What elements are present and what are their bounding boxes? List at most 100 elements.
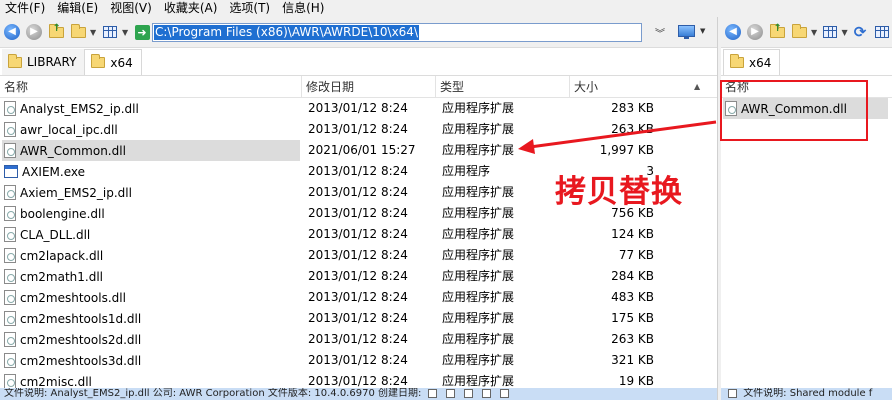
column-header-type[interactable]: 类型	[436, 76, 570, 98]
tab-label: LIBRARY	[27, 55, 77, 69]
menu-info[interactable]: 信息(H)	[277, 0, 331, 17]
file-row[interactable]: cm2math1.dll 2013/01/12 8:24 应用程序扩展 284 KB	[0, 266, 717, 287]
go-arrow-icon: ➜	[134, 24, 150, 40]
menu-file[interactable]: 文件(F)	[0, 0, 52, 17]
status-text: 文件说明: Shared module f	[743, 388, 873, 399]
desktop-icon[interactable]	[678, 25, 695, 39]
folder-up-icon: ↑	[769, 23, 785, 38]
view-mode-dropdown-icon[interactable]: ▼	[842, 28, 849, 37]
column-header-name[interactable]: 名称	[0, 76, 302, 98]
file-row[interactable]: cm2meshtools2d.dll 2013/01/12 8:24 应用程序扩展 2…	[0, 329, 717, 350]
file-name-cell[interactable]: boolengine.dll	[2, 203, 300, 224]
info-icon	[728, 388, 737, 398]
properties-icon[interactable]	[463, 388, 473, 398]
dll-file-icon	[4, 185, 16, 200]
folder-icon[interactable]	[482, 388, 492, 398]
menu-favorites[interactable]: 收藏夹(A)	[159, 0, 225, 17]
file-row[interactable]: CLA_DLL.dll 2013/01/12 8:24 应用程序扩展 124 KB	[0, 224, 717, 245]
left-tabbar: LIBRARY x64	[0, 48, 717, 76]
file-date: 2013/01/12 8:24	[308, 101, 408, 115]
tab-x64[interactable]: x64	[723, 49, 781, 75]
highlight-box	[720, 80, 868, 141]
file-type: 应用程序扩展	[442, 185, 515, 199]
forward-arrow-icon: ▶	[747, 24, 763, 40]
file-date: 2013/01/12 8:24	[308, 269, 408, 283]
edit-icon[interactable]	[427, 388, 437, 398]
file-type: 应用程序扩展	[442, 248, 515, 262]
file-row[interactable]: cm2meshtools3d.dll 2013/01/12 8:24 应用程序扩展 3…	[0, 350, 717, 371]
file-name: AWR_Common.dll	[20, 143, 126, 158]
address-bar[interactable]: C:\Program Files (x86)\AWR\AWRDE\10\x64\	[152, 23, 642, 42]
file-name-cell[interactable]: AXIEM.exe	[2, 161, 300, 182]
right-pane: ◀ ▶ ↑ ▼ ▼ ⟳ x64 名称 AWR_Common.dll 文件说明: …	[721, 17, 892, 400]
file-type: 应用程序扩展	[442, 311, 515, 325]
menu-view[interactable]: 视图(V)	[105, 0, 159, 17]
folder-icon	[8, 53, 22, 68]
file-name-cell[interactable]: cm2math1.dll	[2, 266, 300, 287]
column-header-date[interactable]: 修改日期	[302, 76, 436, 98]
view-mode-button[interactable]	[100, 22, 120, 42]
file-date: 2013/01/12 8:24	[308, 248, 408, 262]
file-row[interactable]: cm2meshtools1d.dll 2013/01/12 8:24 应用程序扩展 1…	[0, 308, 717, 329]
delete-icon[interactable]	[500, 388, 510, 398]
dll-file-icon	[4, 143, 16, 158]
file-name: CLA_DLL.dll	[20, 227, 91, 242]
view-mode-button[interactable]	[820, 22, 840, 42]
favorites-dropdown-icon[interactable]: ▼	[90, 28, 98, 37]
file-row[interactable]: AWR_Common.dll 2021/06/01 15:27 应用程序扩展 1,99…	[0, 140, 717, 161]
file-name-cell[interactable]: Axiem_EMS2_ip.dll	[2, 182, 300, 203]
forward-button[interactable]: ▶	[745, 22, 765, 42]
file-size: 263 KB	[611, 122, 654, 136]
file-type: 应用程序扩展	[442, 206, 515, 220]
menu-bar: 文件(F) 编辑(E) 视图(V) 收藏夹(A) 选项(T) 信息(H)	[0, 0, 892, 17]
file-name: Axiem_EMS2_ip.dll	[20, 185, 132, 200]
back-button[interactable]: ◀	[2, 22, 22, 42]
grid-view-icon	[103, 26, 117, 38]
menu-edit[interactable]: 编辑(E)	[52, 0, 105, 17]
dll-file-icon	[4, 248, 16, 263]
column-header-size[interactable]: 大小	[570, 76, 698, 98]
folder-star-icon	[70, 23, 86, 38]
file-name-cell[interactable]: cm2lapack.dll	[2, 245, 300, 266]
file-row[interactable]: cm2meshtools.dll 2013/01/12 8:24 应用程序扩展 483…	[0, 287, 717, 308]
favorites-folder-button[interactable]	[789, 22, 809, 42]
file-type: 应用程序扩展	[442, 290, 515, 304]
favorites-folder-button[interactable]	[68, 22, 88, 42]
menu-options[interactable]: 选项(T)	[224, 0, 277, 17]
tab-label: x64	[749, 55, 772, 70]
file-type: 应用程序扩展	[442, 227, 515, 241]
file-name-cell[interactable]: cm2meshtools3d.dll	[2, 350, 300, 371]
file-name-cell[interactable]: CLA_DLL.dll	[2, 224, 300, 245]
file-name-cell[interactable]: cm2meshtools2d.dll	[2, 329, 300, 350]
copy-icon[interactable]	[445, 388, 455, 398]
file-row[interactable]: cm2lapack.dll 2013/01/12 8:24 应用程序扩展 77 KB	[0, 245, 717, 266]
column-header-row: 名称 修改日期 类型 大小 ▲	[0, 76, 717, 98]
file-size: 175 KB	[611, 311, 654, 325]
desktop-dropdown-icon[interactable]: ▼	[700, 27, 705, 35]
forward-button[interactable]: ▶	[24, 22, 44, 42]
address-path[interactable]: C:\Program Files (x86)\AWR\AWRDE\10\x64\	[154, 25, 419, 40]
refresh-button[interactable]: ⟳	[850, 22, 870, 42]
go-button[interactable]: ➜	[132, 22, 152, 42]
file-name-cell[interactable]: AWR_Common.dll	[2, 140, 300, 161]
grid-view-icon	[822, 26, 837, 38]
view-mode-dropdown-icon[interactable]: ▼	[122, 28, 130, 37]
up-folder-button[interactable]: ↑	[767, 22, 787, 42]
up-folder-button[interactable]: ↑	[46, 22, 66, 42]
dll-file-icon	[4, 290, 16, 305]
panel-button[interactable]	[872, 22, 892, 42]
back-button[interactable]: ◀	[723, 22, 743, 42]
file-name-cell[interactable]: Analyst_EMS2_ip.dll	[2, 98, 300, 119]
file-name-cell[interactable]: awr_local_ipc.dll	[2, 119, 300, 140]
tab-x64[interactable]: x64	[84, 49, 142, 75]
file-name-cell[interactable]: cm2meshtools.dll	[2, 287, 300, 308]
file-size: 263 KB	[611, 332, 654, 346]
file-size: 321 KB	[611, 353, 654, 367]
file-row[interactable]: Analyst_EMS2_ip.dll 2013/01/12 8:24 应用程序扩展…	[0, 98, 717, 119]
file-size: 1,997 KB	[599, 143, 654, 157]
file-name-cell[interactable]: cm2meshtools1d.dll	[2, 308, 300, 329]
address-history-chevron-icon[interactable]: ︾	[655, 25, 665, 40]
favorites-dropdown-icon[interactable]: ▼	[811, 28, 818, 37]
tab-library[interactable]: LIBRARY	[2, 49, 85, 75]
file-row[interactable]: awr_local_ipc.dll 2013/01/12 8:24 应用程序扩展 26…	[0, 119, 717, 140]
